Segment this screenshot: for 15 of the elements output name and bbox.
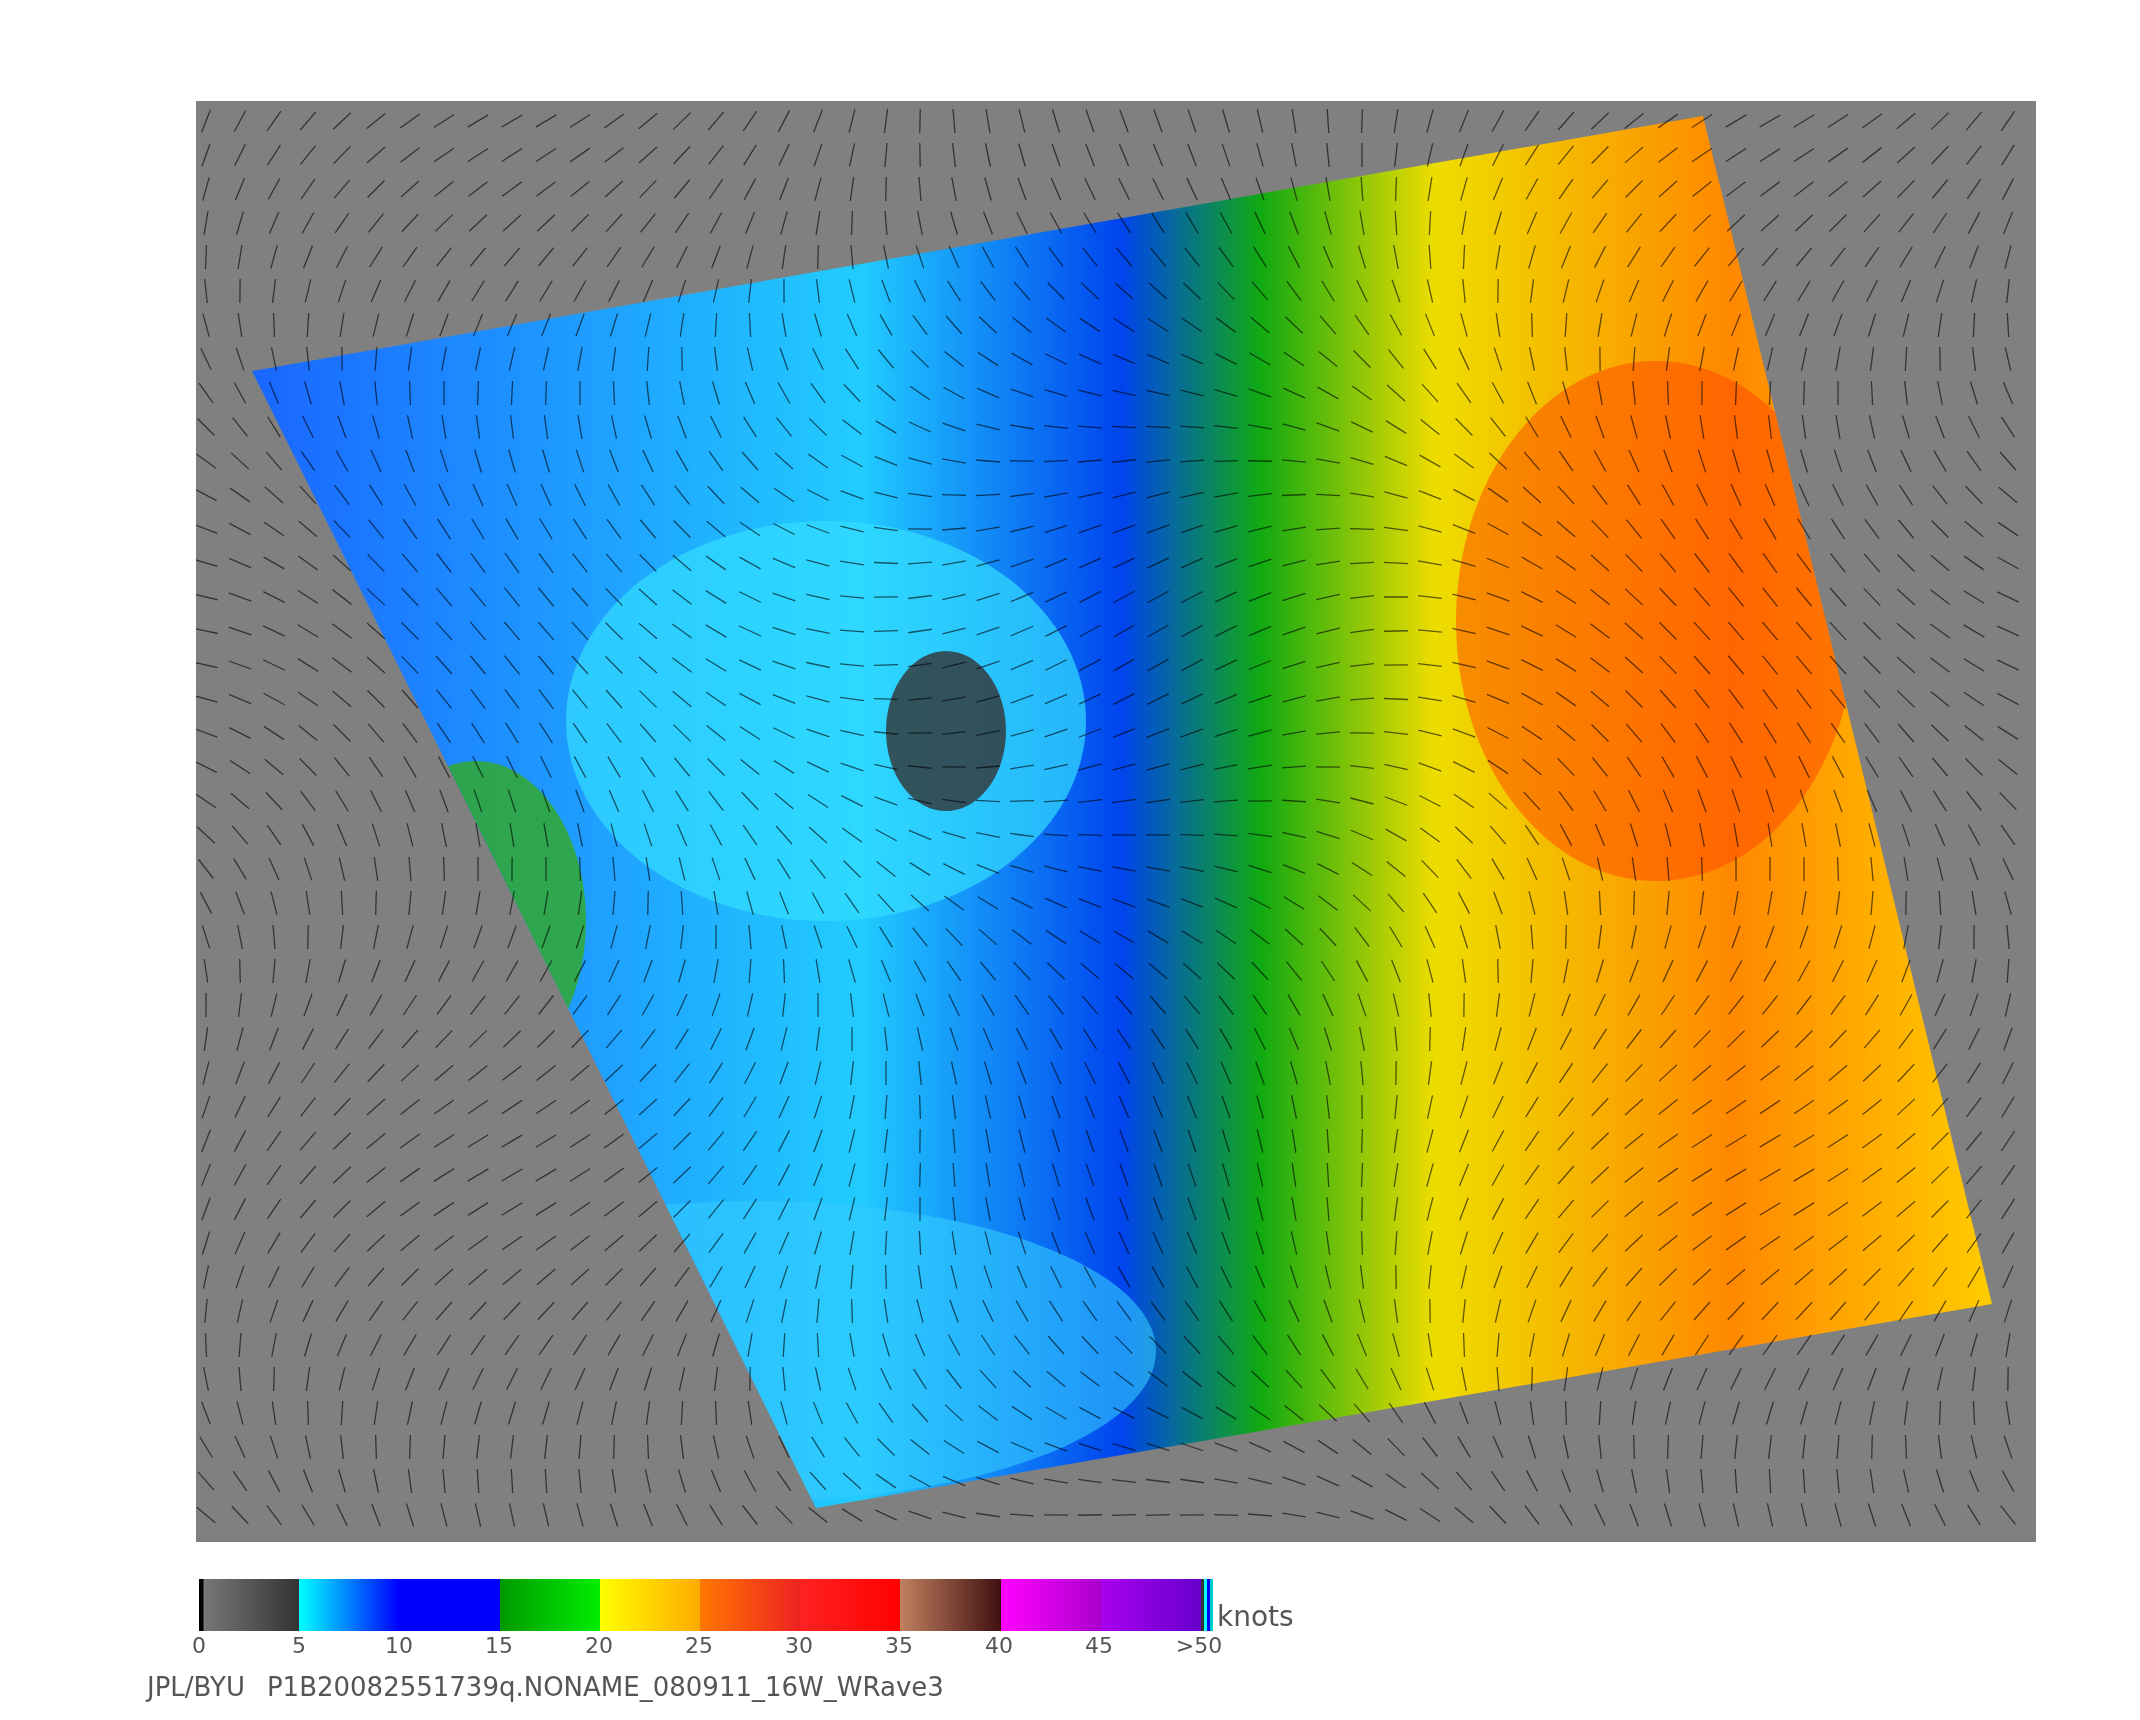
scale-tick-label: 15 [484,1633,514,1658]
color-scale-end-strip [1201,1579,1213,1631]
scale-tick-label: 25 [684,1633,714,1658]
file-name-label: P1B20082551739q.NONAME_080911_16W_WRave3 [266,1672,944,1702]
unit-label: knots [1217,1603,1294,1631]
scale-tick-label: 30 [784,1633,814,1658]
scale-tick-label: >50 [1174,1633,1224,1658]
scale-tick-label: 0 [191,1633,207,1658]
scale-tick-label: 40 [984,1633,1014,1658]
scale-tick-label: 35 [884,1633,914,1658]
scale-tick-label: 5 [291,1633,307,1658]
source-label: JPL/BYU [147,1672,245,1702]
scale-tick-label: 45 [1084,1633,1114,1658]
scale-tick-label: 10 [384,1633,414,1658]
scale-tick-label: 20 [584,1633,614,1658]
